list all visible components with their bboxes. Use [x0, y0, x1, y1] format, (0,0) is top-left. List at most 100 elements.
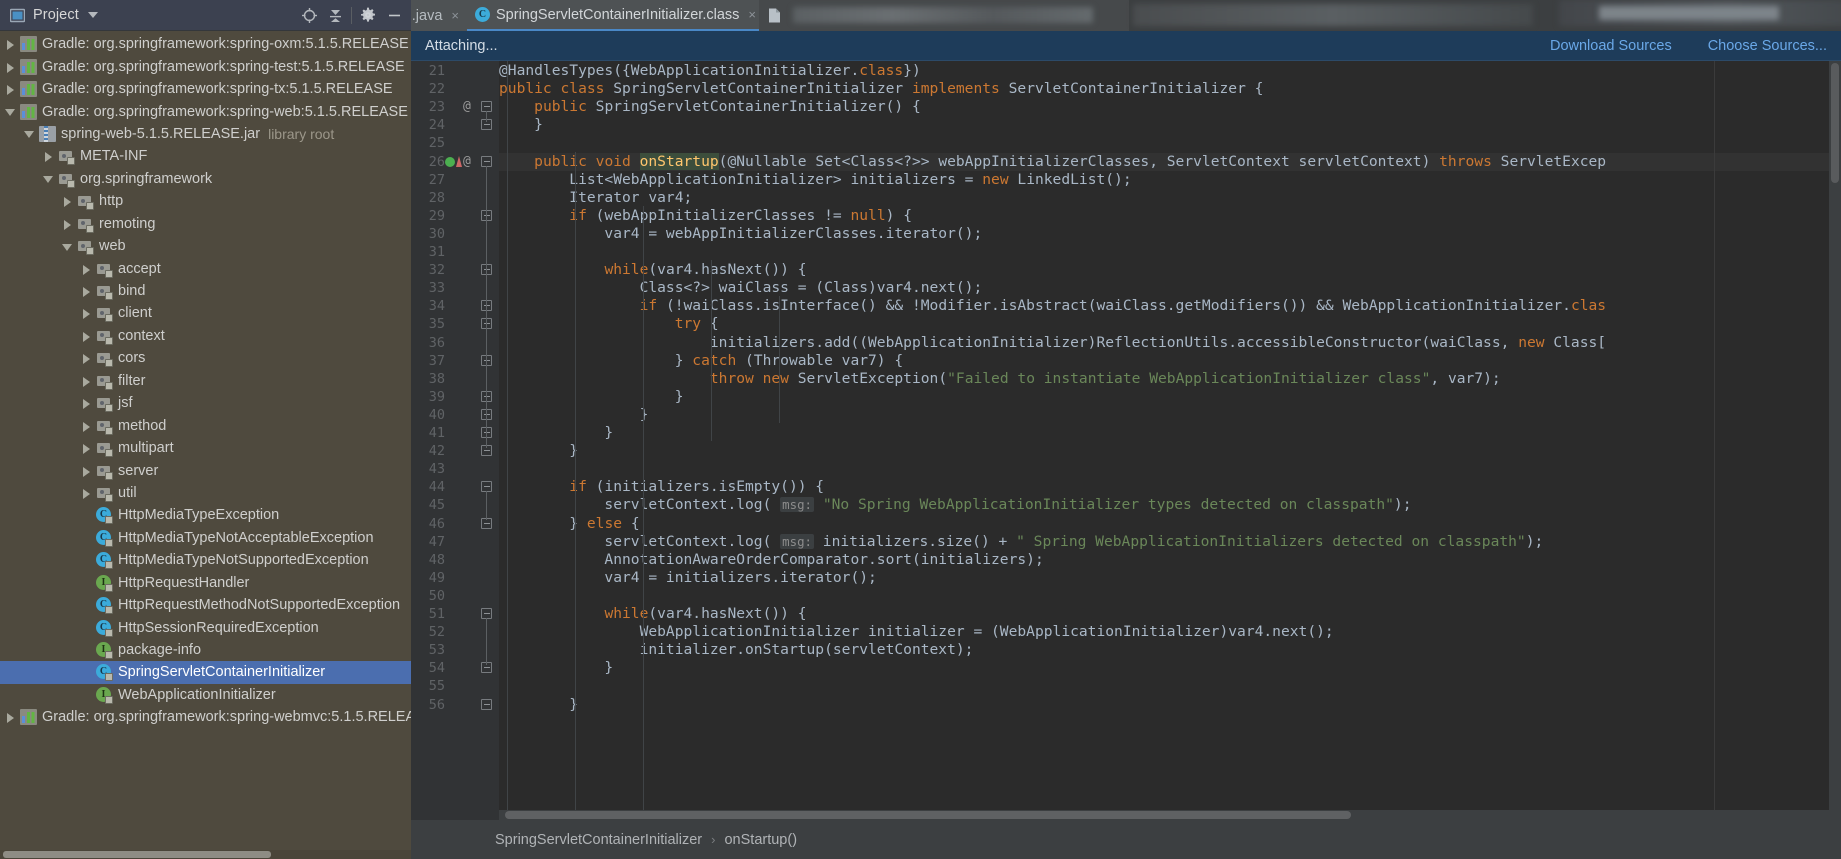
settings-gear-icon[interactable] — [355, 3, 381, 27]
tree-row[interactable]: Gradle: org.springframework:spring-web:5… — [0, 100, 411, 122]
tree-row[interactable]: HttpMediaTypeException — [0, 504, 411, 526]
collapse-arrow-icon[interactable] — [23, 127, 36, 140]
expand-arrow-icon[interactable] — [80, 486, 93, 499]
code-line[interactable]: servletContext.log( msg: "No Spring WebA… — [499, 496, 1841, 514]
editor-vscrollbar[interactable] — [1829, 61, 1841, 820]
code-line[interactable]: } — [499, 388, 1841, 406]
tree-row[interactable]: SpringServletContainerInitializer — [0, 661, 411, 684]
tab-obscured[interactable] — [759, 0, 1129, 31]
tree-row[interactable]: cors — [0, 347, 411, 369]
editor-hscrollbar[interactable] — [499, 810, 1829, 820]
tree-row[interactable]: WebApplicationInitializer — [0, 684, 411, 706]
code-text[interactable]: @HandlesTypes({WebApplicationInitializer… — [499, 61, 1841, 820]
expand-arrow-icon[interactable] — [80, 374, 93, 387]
code-line[interactable]: if (!waiClass.isInterface() && !Modifier… — [499, 297, 1841, 315]
tree-row[interactable]: jsf — [0, 392, 411, 414]
expand-arrow-icon[interactable] — [80, 464, 93, 477]
expand-arrow-icon[interactable] — [80, 285, 93, 298]
editor-gutter[interactable]: 21 22 23 @24 25 26 @27 28 29 30 31 32 33 34 35 36 37 38 39… — [411, 61, 499, 820]
code-line[interactable]: initializers.add((WebApplicationInitiali… — [499, 334, 1841, 352]
expand-arrow-icon[interactable] — [80, 442, 93, 455]
code-line[interactable]: } — [499, 659, 1841, 677]
expand-arrow-icon[interactable] — [4, 711, 17, 724]
code-line[interactable]: var4 = webAppInitializerClasses.iterator… — [499, 225, 1841, 243]
scrollbar-thumb[interactable] — [1831, 63, 1839, 183]
code-line[interactable]: if (webAppInitializerClasses != null) { — [499, 207, 1841, 225]
tree-row[interactable]: multipart — [0, 437, 411, 459]
expand-arrow-icon[interactable] — [4, 60, 17, 73]
tree-row[interactable]: context — [0, 325, 411, 347]
project-tree-hscrollbar[interactable] — [0, 850, 411, 859]
annotation-marker-icon[interactable]: @ — [463, 98, 471, 116]
tree-row[interactable]: spring-web-5.1.5.RELEASE.jar library root — [0, 123, 411, 145]
expand-arrow-icon[interactable] — [80, 419, 93, 432]
hide-panel-icon[interactable] — [381, 3, 407, 27]
code-line[interactable]: } else { — [499, 515, 1841, 533]
download-sources-link[interactable]: Download Sources — [1550, 38, 1672, 54]
code-line[interactable] — [499, 243, 1841, 261]
code-line[interactable]: initializer.onStartup(servletContext); — [499, 641, 1841, 659]
code-line[interactable]: Class<?> waiClass = (Class)var4.next(); — [499, 279, 1841, 297]
code-line[interactable]: try { — [499, 315, 1841, 333]
code-line[interactable] — [499, 460, 1841, 478]
tree-row[interactable]: Gradle: org.springframework:spring-tx:5.… — [0, 78, 411, 100]
code-line[interactable]: Iterator var4; — [499, 189, 1841, 207]
code-editor[interactable]: 21 22 23 @24 25 26 @27 28 29 30 31 32 33 34 35 36 37 38 39… — [411, 61, 1841, 820]
collapse-arrow-icon[interactable] — [4, 105, 17, 118]
tab-spring-servlet-container-initializer[interactable]: SpringServletContainerInitializer.class … — [467, 0, 759, 31]
code-line[interactable]: } — [499, 424, 1841, 442]
tree-row[interactable]: bind — [0, 280, 411, 302]
tree-row[interactable]: package-info — [0, 639, 411, 661]
tree-row[interactable]: HttpMediaTypeNotSupportedException — [0, 549, 411, 571]
close-icon[interactable]: × — [748, 7, 756, 22]
tree-row[interactable]: Gradle: org.springframework:spring-test:… — [0, 55, 411, 77]
code-line[interactable]: var4 = initializers.iterator(); — [499, 569, 1841, 587]
project-tree[interactable]: Gradle: org.springframework:spring-oxm:5… — [0, 31, 411, 859]
scrollbar-thumb[interactable] — [3, 851, 271, 858]
expand-arrow-icon[interactable] — [80, 397, 93, 410]
fold-end-icon[interactable] — [481, 698, 492, 710]
collapse-arrow-icon[interactable] — [42, 172, 55, 185]
tab-partial-java-file[interactable]: n.java × — [411, 0, 467, 31]
breadcrumb[interactable]: SpringServletContainerInitializer › onStar… — [411, 820, 1841, 859]
breadcrumb-item[interactable]: onStartup() — [724, 832, 797, 848]
expand-arrow-icon[interactable] — [42, 150, 55, 163]
code-line[interactable]: public SpringServletContainerInitializer… — [499, 98, 1841, 116]
tree-row[interactable]: util — [0, 482, 411, 504]
expand-arrow-icon[interactable] — [4, 83, 17, 96]
breadcrumb-item[interactable]: SpringServletContainerInitializer — [495, 832, 702, 848]
tree-row[interactable]: HttpMediaTypeNotAcceptableException — [0, 527, 411, 549]
code-line[interactable]: servletContext.log( msg: initializers.si… — [499, 533, 1841, 551]
expand-arrow-icon[interactable] — [80, 329, 93, 342]
tree-row[interactable]: Gradle: org.springframework:spring-webmv… — [0, 706, 411, 728]
code-line[interactable]: public void onStartup(@Nullable Set<Clas… — [499, 152, 1841, 171]
code-line[interactable]: } — [499, 442, 1841, 460]
choose-sources-link[interactable]: Choose Sources... — [1708, 38, 1827, 54]
code-line[interactable]: throw new ServletException("Failed to in… — [499, 370, 1841, 388]
tree-row[interactable]: remoting — [0, 213, 411, 235]
tree-row[interactable]: HttpSessionRequiredException — [0, 616, 411, 638]
code-line[interactable] — [499, 587, 1841, 605]
tree-row[interactable]: server — [0, 459, 411, 481]
code-line[interactable]: WebApplicationInitializer initializer = … — [499, 623, 1841, 641]
code-line[interactable]: } — [499, 696, 1841, 714]
tree-row[interactable]: accept — [0, 257, 411, 279]
tree-row[interactable]: web — [0, 235, 411, 257]
tree-row[interactable]: HttpRequestMethodNotSupportedException — [0, 594, 411, 616]
chevron-down-icon[interactable] — [87, 12, 98, 18]
code-line[interactable]: while(var4.hasNext()) { — [499, 605, 1841, 623]
collapse-arrow-icon[interactable] — [61, 240, 74, 253]
tree-row[interactable]: META-INF — [0, 145, 411, 167]
implements-method-gutter-icon[interactable] — [445, 155, 462, 168]
tree-row[interactable]: http — [0, 190, 411, 212]
collapse-all-icon[interactable] — [322, 3, 348, 27]
code-line[interactable] — [499, 134, 1841, 152]
tree-row[interactable]: org.springframework — [0, 168, 411, 190]
code-line[interactable]: } — [499, 406, 1841, 424]
code-line[interactable]: } — [499, 116, 1841, 134]
annotation-marker-icon[interactable]: @ — [463, 153, 471, 171]
expand-arrow-icon[interactable] — [61, 195, 74, 208]
locate-icon[interactable] — [296, 3, 322, 27]
expand-arrow-icon[interactable] — [4, 38, 17, 51]
expand-arrow-icon[interactable] — [80, 352, 93, 365]
